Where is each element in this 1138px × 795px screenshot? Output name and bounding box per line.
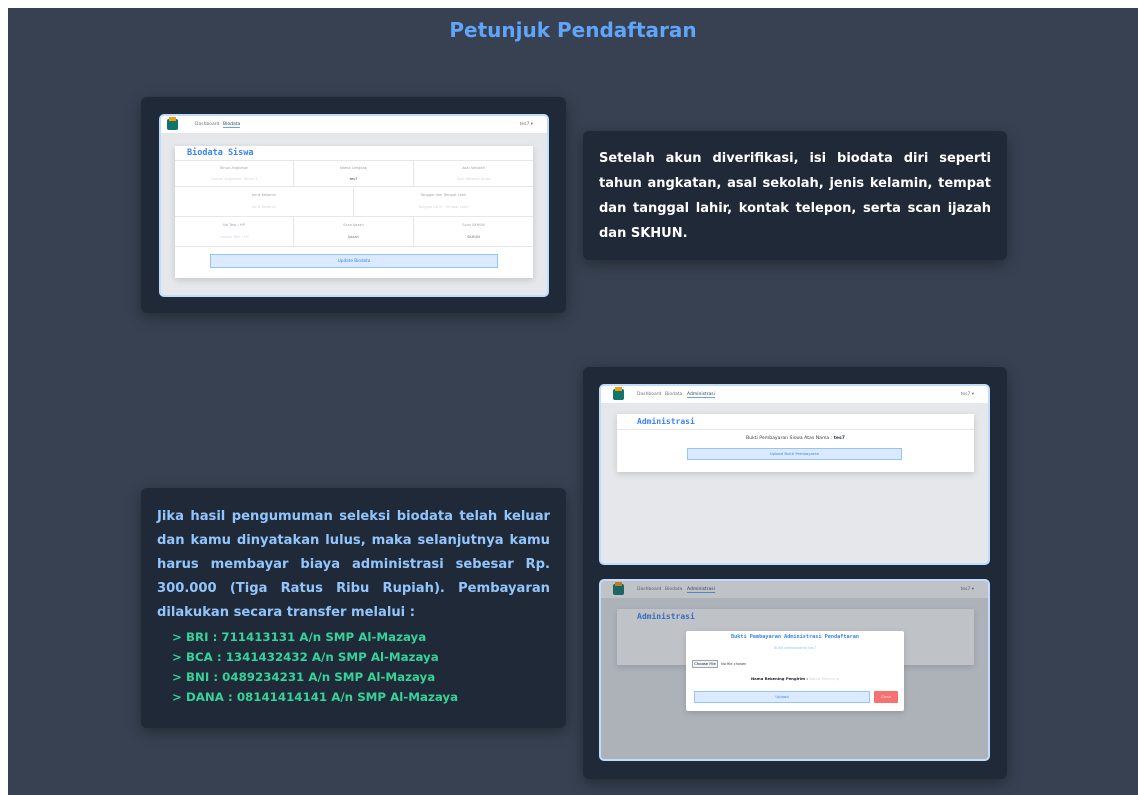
field-tanggal-tempat-lahir: Tanggal dan Tempat Lahir Tanggal Lahir ·… <box>354 187 533 217</box>
field-label: Tahun Angkatan <box>219 166 249 170</box>
payment-instruction-card: Jika hasil pengumuman seleksi biodata te… <box>141 488 566 728</box>
payment-instruction-text: Jika hasil pengumuman seleksi biodata te… <box>157 509 550 620</box>
field-label: Nama Lengkap <box>340 166 367 170</box>
bank-bri: > BRI : 711413131 A/n SMP Al-Mazaya <box>172 630 427 644</box>
mini-navbar: Dashboard Biodata tes7 ▾ <box>161 116 547 134</box>
mini-nav-dashboard: Dashboard <box>195 122 220 127</box>
field-label: Asal Sekolah <box>462 166 485 170</box>
upload-proof-button: Upload Bukti Pembayaran <box>687 448 902 460</box>
mini-user-menu: tes7 ▾ <box>519 122 533 127</box>
school-logo-icon <box>613 387 624 400</box>
bank-bni: > BNI : 0489234231 A/n SMP Al-Mazaya <box>172 670 436 684</box>
school-logo-icon <box>167 117 178 130</box>
mini-nav-dashboard: Dashboard <box>637 392 662 397</box>
field-scan-skhun: Scan SKHUN SKHUN <box>414 217 533 247</box>
modal-upload-button: Upload <box>694 691 870 703</box>
mini-navbar: Dashboard Biodata Administrasi tes7 ▾ <box>601 386 988 404</box>
field-label: No Telp / HP <box>223 223 245 227</box>
field-scan-ijazah: Scan Ijazah Ijazah <box>294 217 414 247</box>
bank-bca: > BCA : 1341432432 A/n SMP Al-Mazaya <box>172 650 439 664</box>
mini-nav-biodata: Biodata <box>665 392 683 397</box>
modal-subtitle: Bukti pembayaran tes7 <box>773 646 817 650</box>
page-background: Petunjuk Pendaftaran Dashboard Biodata t… <box>8 8 1138 795</box>
field-value: Ijazah <box>348 235 359 239</box>
field-label: Scan Ijazah <box>343 223 364 227</box>
administrasi-screenshot: Dashboard Biodata Administrasi tes7 ▾ Ad… <box>599 384 990 565</box>
administrasi-panel: Administrasi Bukti Pembayaran Siswa Atas… <box>617 414 974 472</box>
mini-user-menu: tes7 ▾ <box>960 392 974 397</box>
mini-nav-administrasi: Administrasi <box>687 392 715 398</box>
page-title: Petunjuk Pendaftaran <box>449 18 697 42</box>
caption-prefix: Bukti Pembayaran Siswa Atas Nama : <box>746 436 834 441</box>
upload-modal-screenshot: Dashboard Biodata Administrasi tes7 ▾ Ad… <box>599 579 990 761</box>
choose-file-button: Choose File <box>692 660 718 668</box>
field-value: Jenis Kelamin <box>252 205 276 209</box>
modal-close-button: Close <box>874 691 898 703</box>
caption-name: tes7 <box>833 436 845 441</box>
field-no-telp: No Telp / HP Contoh Telp / HP <box>175 217 294 247</box>
mini-nav-biodata: Biodata <box>223 122 241 128</box>
biodata-screenshot: Dashboard Biodata tes7 ▾ Biodata Siswa T… <box>159 114 549 297</box>
upload-modal: Bukti Pembayaran Administrasi Pendaftara… <box>686 631 904 711</box>
field-value: Contoh Telp / HP <box>219 235 249 239</box>
field-value: Tanggal Lahir · Tempat Lahir <box>418 205 469 209</box>
administrasi-title: Administrasi <box>637 417 695 426</box>
biodata-instruction-card: Setelah akun diverifikasi, isi biodata d… <box>583 131 1007 260</box>
update-biodata-button: Update Biodata <box>210 254 498 268</box>
divider <box>617 429 974 430</box>
field-value: Asal Sekolah Anda <box>456 177 491 181</box>
biodata-instruction-text: Setelah akun diverifikasi, isi biodata d… <box>599 151 991 241</box>
field-tahun-angkatan: Tahun Angkatan Contoh Angkatan: Tahun 1 <box>175 161 294 187</box>
field-jenis-kelamin: Jenis Kelamin Jenis Kelamin <box>175 187 354 217</box>
bank-account-list: > BRI : 711413131 A/n SMP Al-Mazaya > BC… <box>172 627 458 707</box>
payment-caption: Bukti Pembayaran Siswa Atas Nama : tes7 <box>617 436 974 441</box>
biodata-screenshot-card: Dashboard Biodata tes7 ▾ Biodata Siswa T… <box>141 97 566 313</box>
biodata-form-title: Biodata Siswa <box>187 148 254 158</box>
field-label: Jenis Kelamin <box>252 193 276 197</box>
field-value: SKHUN <box>467 235 480 239</box>
payment-screenshots-card: Dashboard Biodata Administrasi tes7 ▾ Ad… <box>583 367 1007 779</box>
field-value: Contoh Angkatan: Tahun 1 <box>210 177 258 181</box>
field-nama-lengkap: Nama Lengkap tes7 <box>294 161 414 187</box>
modal-title: Bukti Pembayaran Administrasi Pendaftara… <box>730 634 860 640</box>
sender-account-label: Nama Rekening Pengirim : <box>751 676 808 681</box>
sender-account-field: Nama Rekening Pengirim : Nama Rekening <box>686 676 904 681</box>
field-label: Tanggal dan Tempat Lahir <box>420 193 467 197</box>
biodata-form-panel: Biodata Siswa Tahun Angkatan Contoh Angk… <box>175 146 533 278</box>
no-file-chosen-text: No file chosen <box>721 662 747 666</box>
sender-account-placeholder: Nama Rekening <box>809 676 839 681</box>
field-value: tes7 <box>349 177 358 181</box>
field-label: Scan SKHUN <box>462 223 485 227</box>
bank-dana: > DANA : 08141414141 A/n SMP Al-Mazaya <box>172 690 459 704</box>
field-asal-sekolah: Asal Sekolah Asal Sekolah Anda <box>414 161 533 187</box>
